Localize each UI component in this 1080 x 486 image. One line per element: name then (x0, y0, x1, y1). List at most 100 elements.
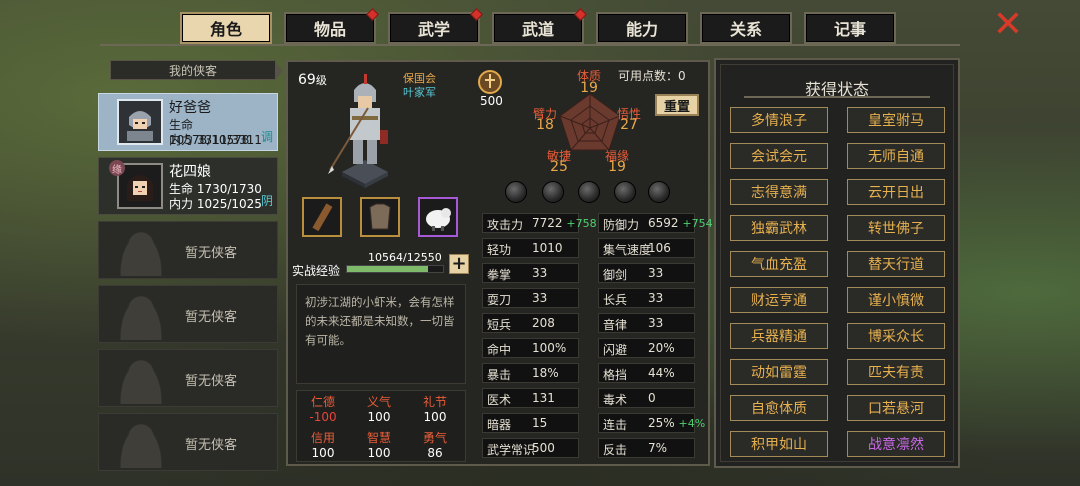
skill-slot[interactable] (542, 181, 564, 203)
empty-slot-label: 暂无侠客 (185, 374, 238, 389)
virtue-value: 100 (423, 410, 447, 424)
accessory-slot[interactable] (418, 197, 458, 237)
status-badge[interactable]: 会试会元 (730, 143, 828, 169)
fame-value: 500 (480, 94, 503, 108)
attr-physique-value: 19 (580, 80, 598, 96)
skill-slot[interactable] (578, 181, 600, 203)
exp-bar (346, 265, 444, 273)
status-badge[interactable]: 动如雷霆 (730, 359, 828, 385)
status-label: 兵器精通 (751, 329, 807, 345)
status-label: 多情浪子 (751, 113, 807, 129)
attr-agility-value: 25 (550, 159, 568, 175)
stat-number: 0 (648, 391, 656, 405)
stat-row: 连击 25% +4% (598, 413, 705, 433)
stat-row: 音律 33 (598, 313, 695, 333)
status-badge[interactable]: 博采众长 (847, 323, 945, 349)
status-label: 会试会元 (751, 149, 807, 165)
stat-value: 25% +4% (648, 416, 705, 430)
faction-role: 叶家军 (403, 86, 436, 99)
status-badge[interactable]: 独霸武林 (730, 215, 828, 241)
close-icon[interactable]: ✕ (991, 7, 1025, 43)
status-badge[interactable]: 兵器精通 (730, 323, 828, 349)
status-badge[interactable]: 气血充盈 (730, 251, 828, 277)
stat-label: 拳掌 (487, 268, 512, 282)
stat-value: 106 (648, 241, 671, 255)
stat-label: 连击 (603, 418, 628, 432)
tab-martial-way[interactable]: 武道 (492, 8, 587, 44)
armor-slot[interactable] (360, 197, 400, 237)
status-badge[interactable]: 口若悬河 (847, 395, 945, 421)
stat-number: 20% (648, 341, 675, 355)
hero-card-selected[interactable]: 好爸爸 生命 10578/10578 内力 3311/3311 调 (98, 93, 278, 151)
virtue-name: 智慧 (366, 431, 391, 445)
tab-divider (100, 44, 960, 46)
stat-number: 500 (532, 441, 555, 455)
empty-hero-slot[interactable]: 暂无侠客 (98, 413, 278, 471)
skill-slot[interactable] (648, 181, 670, 203)
stat-row: 暗器 15 (482, 413, 579, 433)
status-label: 匹夫有责 (868, 365, 924, 381)
stat-row: 反击 7% (598, 438, 695, 458)
tab-journal[interactable]: 记事 (804, 12, 896, 44)
stat-label: 暴击 (487, 368, 512, 382)
tab-role[interactable]: 角色 (180, 12, 272, 44)
stat-value: 6592 +754 (648, 216, 713, 230)
status-badge[interactable]: 战意凛然 (847, 431, 945, 457)
roster-header: 我的侠客 (110, 60, 283, 80)
status-badge[interactable]: 无师自通 (847, 143, 945, 169)
stat-number: 33 (648, 291, 664, 305)
virtue-item: 勇气 86 (410, 429, 460, 460)
tab-martial-arts[interactable]: 武学 (388, 8, 483, 44)
tab-items[interactable]: 物品 (284, 8, 379, 44)
stat-row: 长兵 33 (598, 288, 695, 308)
status-badge[interactable]: 志得意满 (730, 179, 828, 205)
stat-label: 命中 (487, 343, 512, 357)
skill-slot[interactable] (505, 181, 527, 203)
stat-value: 33 (532, 266, 547, 280)
tab-label: 能力 (625, 20, 658, 39)
virtue-value: 86 (427, 446, 443, 460)
tab-label: 武道 (521, 20, 554, 39)
empty-hero-slot[interactable]: 暂无侠客 (98, 221, 278, 279)
tab-relations[interactable]: 关系 (700, 12, 792, 44)
silhouette-icon (117, 228, 165, 276)
status-badge[interactable]: 云开日出 (847, 179, 945, 205)
status-badge[interactable]: 转世佛子 (847, 215, 945, 241)
reset-button[interactable]: 重置 (655, 94, 699, 116)
weapon-slot[interactable] (302, 197, 342, 237)
hero-name: 花四娘 (169, 164, 211, 180)
stat-label: 轻功 (487, 243, 512, 257)
status-badge[interactable]: 皇室驸马 (847, 107, 945, 133)
status-badge[interactable]: 财运亨通 (730, 287, 828, 313)
virtue-value: 100 (311, 446, 335, 460)
skill-slot[interactable] (614, 181, 636, 203)
status-label: 皇室驸马 (868, 113, 924, 129)
add-exp-button[interactable]: + (449, 254, 469, 274)
arrow-right-icon (275, 62, 283, 80)
status-label: 气血充盈 (751, 257, 807, 273)
club-icon (312, 203, 333, 232)
status-badge[interactable]: 匹夫有责 (847, 359, 945, 385)
virtue-name: 仁德 (310, 395, 335, 409)
armored-warrior-icon (127, 111, 153, 141)
status-badge[interactable]: 替天行道 (847, 251, 945, 277)
exp-bar-fill (347, 266, 428, 272)
stat-value: 15 (532, 416, 547, 430)
stat-number: 7722 (532, 216, 563, 230)
status-badge[interactable]: 多情浪子 (730, 107, 828, 133)
empty-hero-slot[interactable]: 暂无侠客 (98, 285, 278, 343)
hero-card[interactable]: 缘 花四娘 生命 1730/1730 内力 1025/1025 阴 (98, 157, 278, 215)
stat-label: 格挡 (603, 368, 628, 382)
status-badge[interactable]: 谨小慎微 (847, 287, 945, 313)
stat-number: 44% (648, 366, 675, 380)
stat-label: 集气速度 (603, 243, 652, 257)
status-badge[interactable]: 自愈体质 (730, 395, 828, 421)
virtue-name: 勇气 (422, 431, 447, 445)
stat-row: 毒术 0 (598, 388, 695, 408)
stat-number: 7% (648, 441, 668, 455)
status-label: 独霸武林 (751, 221, 807, 237)
empty-hero-slot[interactable]: 暂无侠客 (98, 349, 278, 407)
status-badge[interactable]: 积甲如山 (730, 431, 828, 457)
hero-name: 好爸爸 (169, 100, 211, 116)
tab-abilities[interactable]: 能力 (596, 12, 688, 44)
